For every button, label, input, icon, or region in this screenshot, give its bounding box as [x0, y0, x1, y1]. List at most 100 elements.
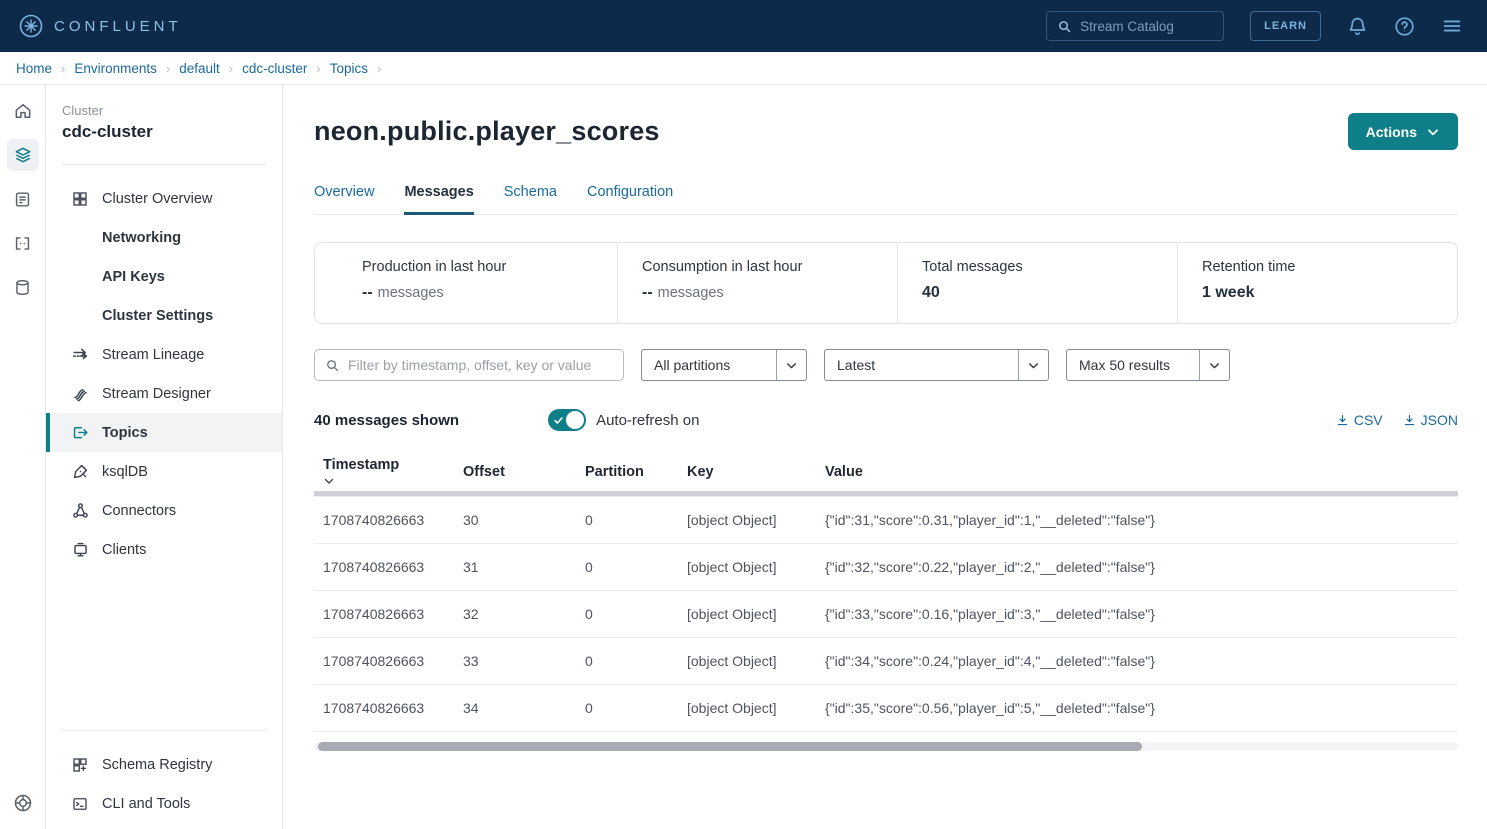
sidebar-item-label: Cluster Overview [102, 191, 212, 207]
stream-governance-icon[interactable] [7, 227, 39, 259]
messages-count: 40 messages shown [314, 412, 459, 429]
document-icon[interactable] [7, 183, 39, 215]
breadcrumb: Home › Environments › default › cdc-clus… [0, 52, 1487, 85]
confluent-mark-icon [18, 13, 44, 39]
environment-layers-icon[interactable] [7, 139, 39, 171]
confluent-logo[interactable]: CONFLUENT [18, 13, 182, 39]
sidebar-item-stream-lineage[interactable]: Stream Lineage [46, 335, 282, 374]
table-header-row: Timestamp Offset Partition Key Value [314, 453, 1458, 491]
grid-icon [70, 190, 90, 208]
sidebar-item-label: Topics [102, 425, 148, 441]
sort-chevron-icon [323, 475, 454, 487]
sidebar-item-cli-and-tools[interactable]: CLI and Tools [46, 784, 282, 823]
sidebar-item-cluster-settings[interactable]: Cluster Settings [46, 296, 282, 335]
sidebar-item-label: Clients [102, 542, 146, 558]
chevron-right-icon: › [61, 61, 65, 76]
sidebar-item-cluster-overview[interactable]: Cluster Overview [46, 179, 282, 218]
sidebar-footer: Schema Registry CLI and Tools [46, 708, 282, 829]
horizontal-scrollbar[interactable] [314, 742, 1458, 751]
breadcrumb-topics[interactable]: Topics [330, 61, 368, 76]
sidebar-item-api-keys[interactable]: API Keys [46, 257, 282, 296]
cluster-label: Cluster [46, 103, 282, 118]
column-header-partition[interactable]: Partition [576, 453, 678, 491]
partition-select[interactable]: All partitions [641, 349, 807, 381]
auto-refresh-toggle[interactable] [548, 409, 586, 431]
table-row[interactable]: 1708740826663 32 0 [object Object] {"id"… [314, 590, 1458, 637]
divider [62, 730, 266, 731]
tab-overview[interactable]: Overview [314, 184, 374, 215]
breadcrumb-environments[interactable]: Environments [74, 61, 157, 76]
result-limit-select[interactable]: Max 50 results [1066, 349, 1230, 381]
topic-stats-card: Production in last hour --messages Consu… [314, 242, 1458, 324]
topics-icon [70, 423, 90, 442]
sidebar-item-label: ksqlDB [102, 464, 148, 480]
offset-order-select[interactable]: Latest [824, 349, 1049, 381]
sidebar-item-topics[interactable]: Topics [46, 413, 282, 452]
download-icon [1403, 414, 1416, 427]
download-csv-link[interactable]: CSV [1336, 412, 1383, 428]
cluster-sidebar: Cluster cdc-cluster Cluster Overview Net… [46, 85, 283, 829]
breadcrumb-default[interactable]: default [179, 61, 220, 76]
topic-tabs: Overview Messages Schema Configuration [314, 184, 1458, 215]
help-icon[interactable] [1394, 16, 1415, 37]
cluster-name: cdc-cluster [46, 118, 282, 142]
database-icon[interactable] [7, 271, 39, 303]
sidebar-item-stream-designer[interactable]: Stream Designer [46, 374, 282, 413]
stat-production: Production in last hour --messages [315, 243, 617, 323]
stream-catalog-input[interactable] [1080, 19, 1200, 34]
search-icon [325, 358, 340, 373]
ksql-pen-icon [70, 462, 90, 481]
stat-consumption: Consumption in last hour --messages [617, 243, 897, 323]
tab-schema[interactable]: Schema [504, 184, 557, 215]
sidebar-item-ksqldb[interactable]: ksqlDB [46, 452, 282, 491]
hamburger-menu-icon[interactable] [1441, 15, 1463, 37]
chevron-down-icon [1199, 350, 1229, 380]
table-row[interactable]: 1708740826663 34 0 [object Object] {"id"… [314, 684, 1458, 731]
search-icon [1057, 19, 1072, 34]
table-row[interactable]: 1708740826663 33 0 [object Object] {"id"… [314, 637, 1458, 684]
sidebar-item-clients[interactable]: Clients [46, 530, 282, 569]
stat-value: -- [642, 284, 653, 301]
chevron-right-icon: › [316, 61, 320, 76]
support-lifering-icon[interactable] [7, 787, 39, 819]
chevron-down-icon [1018, 350, 1048, 380]
sidebar-item-label: Schema Registry [102, 757, 212, 773]
tab-configuration[interactable]: Configuration [587, 184, 673, 215]
message-filter-input[interactable] [348, 357, 613, 373]
sidebar-item-label: API Keys [102, 269, 165, 285]
auto-refresh-label: Auto-refresh on [596, 412, 699, 429]
actions-button[interactable]: Actions [1348, 113, 1458, 150]
tab-messages[interactable]: Messages [404, 184, 473, 215]
home-icon[interactable] [7, 95, 39, 127]
sidebar-item-label: Connectors [102, 503, 176, 519]
message-filter-search[interactable] [314, 349, 624, 381]
stat-retention-time: Retention time 1 week [1177, 243, 1457, 323]
breadcrumb-cdc-cluster[interactable]: cdc-cluster [242, 61, 307, 76]
breadcrumb-home[interactable]: Home [16, 61, 52, 76]
column-header-offset[interactable]: Offset [454, 453, 576, 491]
download-json-link[interactable]: JSON [1403, 412, 1458, 428]
column-header-value[interactable]: Value [816, 453, 1458, 491]
terminal-icon [70, 795, 90, 813]
download-icon [1336, 414, 1349, 427]
sidebar-item-schema-registry[interactable]: Schema Registry [46, 745, 282, 784]
icon-rail [0, 85, 46, 829]
scrollbar-thumb[interactable] [318, 742, 1142, 751]
sidebar-item-connectors[interactable]: Connectors [46, 491, 282, 530]
table-row[interactable]: 1708740826663 30 0 [object Object] {"id"… [314, 496, 1458, 543]
notifications-bell-icon[interactable] [1347, 16, 1368, 37]
table-row[interactable]: 1708740826663 31 0 [object Object] {"id"… [314, 543, 1458, 590]
learn-button[interactable]: LEARN [1250, 11, 1321, 41]
sidebar-item-networking[interactable]: Networking [46, 218, 282, 257]
column-header-timestamp[interactable]: Timestamp [314, 453, 454, 491]
page-title: neon.public.player_scores [314, 116, 660, 147]
check-icon [553, 415, 564, 426]
stream-catalog-search[interactable] [1046, 11, 1224, 41]
toggle-knob [566, 411, 584, 429]
column-header-key[interactable]: Key [678, 453, 816, 491]
sidebar-item-label: Cluster Settings [102, 308, 213, 324]
top-navbar: CONFLUENT LEARN [0, 0, 1487, 52]
stat-total-messages: Total messages 40 [897, 243, 1177, 323]
sidebar-item-label: Stream Lineage [102, 347, 204, 363]
connectors-nodes-icon [70, 501, 90, 520]
